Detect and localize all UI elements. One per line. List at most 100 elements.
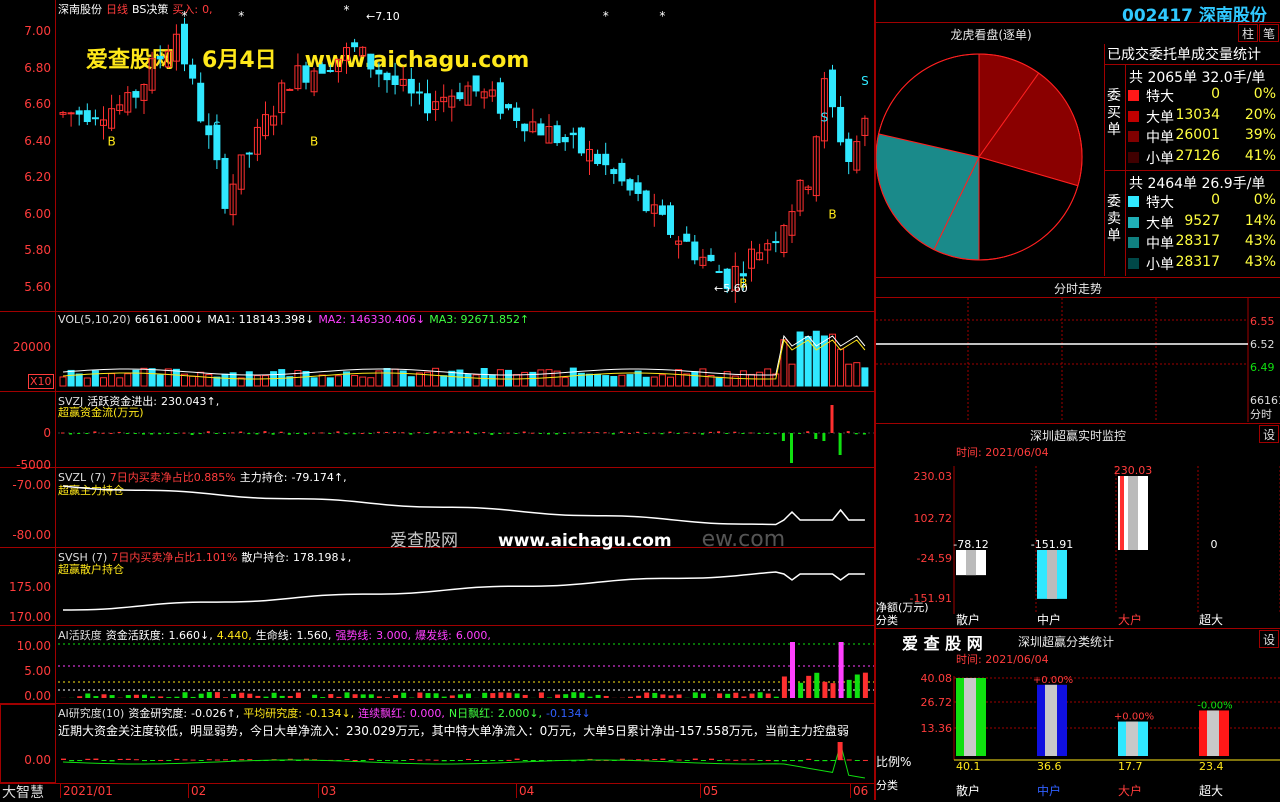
monitor-value-label: -151.91 [1031, 538, 1073, 551]
flow-bar [69, 433, 72, 435]
activity-bar [822, 682, 827, 698]
candle-body [319, 65, 325, 74]
flow-bar [855, 433, 858, 434]
sell-total: 共 2464单 26.9手/单 [1129, 173, 1265, 193]
flow-bar [539, 433, 542, 434]
activity-bar [385, 697, 390, 698]
flow-bar [134, 433, 137, 434]
volume-bar [441, 376, 447, 386]
svzl-panel[interactable]: -70.00 -80.00 SVZL(7)7日内买卖净占比0.885%主力持仓:… [0, 468, 874, 548]
candle-body [222, 158, 228, 208]
research-bar [733, 760, 738, 761]
volume-panel[interactable]: 20000 X10 VOL(5,10,20)66161.000↓MA1: 118… [0, 312, 874, 392]
volume-bar [173, 369, 179, 386]
volume-bar [149, 369, 155, 386]
activity-bar [336, 697, 341, 698]
buy-side-label: 委买单 [1107, 88, 1123, 139]
candlestick-chart[interactable]: BBBBSSS***** [0, 0, 874, 312]
volume-bar [473, 375, 479, 386]
monitor-category: 中户 [1037, 612, 1061, 626]
research-bar [369, 759, 374, 760]
flow-bar [150, 433, 153, 435]
monitor-settings-button[interactable]: 设 [1259, 425, 1279, 443]
candle-body [716, 272, 722, 273]
tab-bar-mode[interactable]: 柱 [1238, 24, 1258, 42]
monitor-unit-label: 净额(万元) [876, 600, 929, 614]
flow-bar [685, 432, 688, 433]
stat-row: 小单2712641% [1126, 148, 1280, 168]
buy-marker: B [107, 134, 115, 148]
intraday-chart[interactable]: 6.556.526.4966161分时 [876, 298, 1280, 422]
star-marker: * [344, 3, 350, 17]
row-count: 9527 [1184, 213, 1220, 229]
activity-bar [320, 697, 325, 698]
activity-bar [247, 694, 252, 698]
flow-bar [839, 433, 842, 455]
svsh-line [0, 548, 874, 626]
candle-body [659, 206, 665, 214]
candle-body [157, 56, 163, 58]
activity-bar [199, 694, 204, 698]
tab-tick-mode[interactable]: 笔 [1259, 24, 1279, 42]
ai-activity-panel[interactable]: 10.00 5.00 0.00 AI活跃度资金活跃度:1.660↓,4.440,… [0, 626, 874, 704]
flow-bar [555, 433, 558, 434]
research-bar [223, 759, 228, 760]
research-bar [831, 760, 836, 761]
volume-bar [165, 369, 171, 386]
research-bar [482, 760, 487, 761]
research-bar [442, 760, 447, 761]
activity-bar [490, 693, 495, 698]
activity-bar [458, 694, 463, 698]
monitor-bar-edge [1120, 476, 1124, 550]
activity-bar [498, 692, 503, 698]
svsh-panel[interactable]: 175.00 170.00 SVSH(7)7日内买卖净占比1.101%散户持仓:… [0, 548, 874, 626]
activity-bar [798, 683, 803, 698]
flow-bar [288, 433, 291, 435]
row-label: 中单 [1146, 233, 1174, 253]
research-bar [409, 759, 414, 760]
volume-bar [457, 370, 463, 386]
color-swatch [1128, 237, 1139, 248]
flow-bar [863, 433, 866, 435]
volume-bar [862, 368, 868, 386]
row-label: 小单 [1146, 148, 1174, 168]
flow-bar [628, 433, 631, 434]
research-bar [385, 760, 390, 761]
row-count: 13034 [1175, 107, 1220, 123]
retail-holding-line [63, 572, 865, 610]
research-bar [401, 760, 406, 761]
row-label: 大单 [1146, 213, 1174, 233]
kline-panel[interactable]: 7.006.806.606.406.206.005.805.60 深南股份日线B… [0, 0, 874, 312]
monitor-title: 深圳超赢实时监控 [876, 427, 1280, 444]
section-divider-3 [876, 423, 1280, 424]
flow-bar [515, 433, 518, 434]
flow-bar [717, 431, 720, 433]
classify-settings-button[interactable]: 设 [1259, 630, 1279, 648]
research-bar [774, 760, 779, 761]
row-count: 27126 [1175, 148, 1220, 164]
svzj-panel[interactable]: 0 -5000 SVZJ活跃资金进出:230.043↑, 超赢资金流(万元) [0, 392, 874, 468]
classify-bar-chart: 40.0826.7213.3640.1+0.00%36.6+0.00%17.7-… [876, 660, 1280, 800]
ai-research-panel[interactable]: 0.00 AI研究度(10)资金研究度:-0.026↑,平均研究度:-0.134… [0, 704, 874, 784]
high-annotation: ←7.10 [366, 10, 400, 23]
intraday-tick: 6.49 [1250, 361, 1275, 374]
volume-bar [668, 377, 674, 386]
flow-bar [782, 433, 785, 441]
activity-bar [790, 642, 795, 698]
research-bar [118, 759, 123, 760]
candle-body [327, 71, 333, 72]
date-label: 03 [318, 784, 336, 798]
activity-bar [223, 697, 228, 698]
flow-bar [693, 433, 696, 434]
activity-bar [539, 692, 544, 698]
candle-body [133, 92, 139, 98]
flow-bar [450, 431, 453, 433]
activity-bar [345, 692, 350, 698]
research-bar [490, 760, 495, 761]
flow-bar [701, 433, 704, 435]
volume-bar [141, 368, 147, 386]
flow-bar [579, 432, 582, 433]
volume-bar [311, 378, 317, 386]
research-bar [693, 759, 698, 760]
flow-bar [531, 433, 534, 434]
